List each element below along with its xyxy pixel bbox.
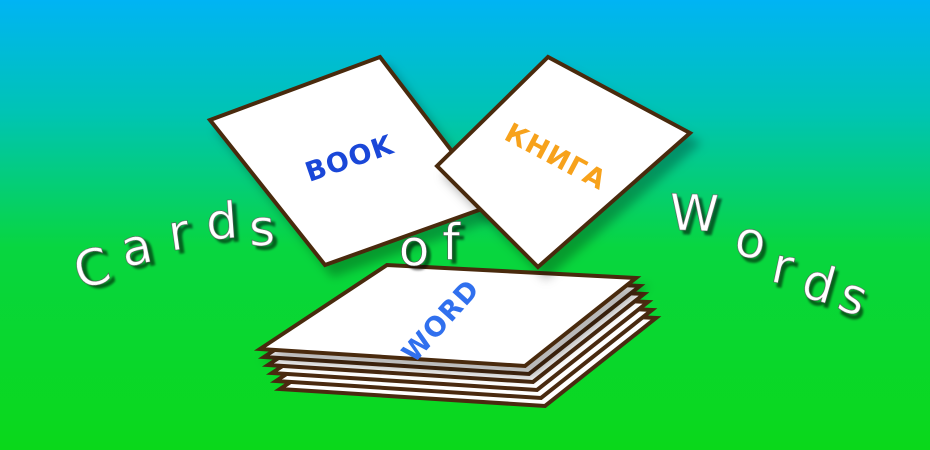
cards-of-words-banner: WORD BOOK КНИГА C a r d s o f W o r d s <box>0 0 930 450</box>
banner-artwork: WORD BOOK КНИГА C a r d s o f W o r d s <box>0 0 930 450</box>
title-letter: W <box>668 184 719 244</box>
title-letter: o <box>399 220 430 278</box>
title-letter: f <box>442 214 461 272</box>
title-letter: d <box>204 191 240 251</box>
title-letter: s <box>248 199 276 258</box>
